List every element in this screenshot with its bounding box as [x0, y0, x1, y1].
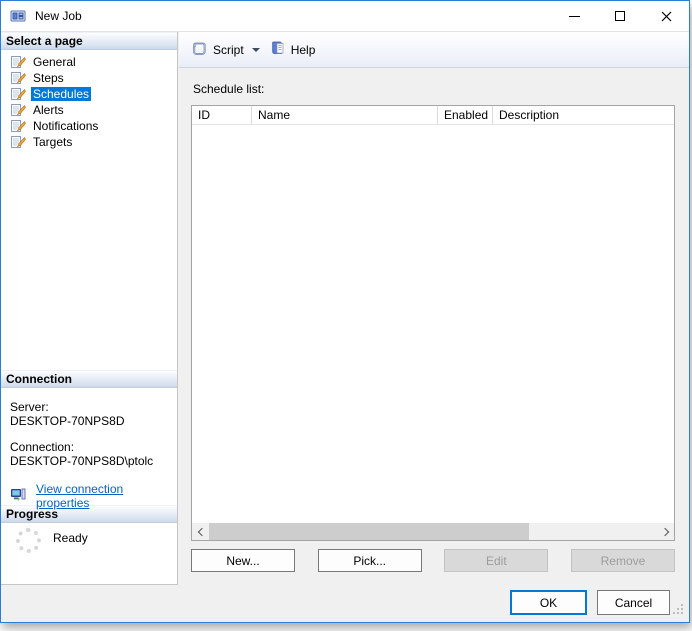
resize-grip-icon[interactable]	[672, 603, 684, 618]
toolbar: Script Help	[179, 32, 689, 68]
page-pencil-icon	[10, 118, 26, 134]
help-button[interactable]: Help	[265, 36, 321, 63]
sidebar-item-label: Notifications	[31, 119, 100, 133]
cancel-button[interactable]: Cancel	[597, 590, 670, 615]
column-header-name[interactable]: Name	[252, 106, 438, 124]
script-button[interactable]: Script	[186, 36, 265, 63]
edit-button: Edit	[444, 549, 548, 572]
page-tree: General Steps Schedules Alerts Notificat…	[1, 50, 177, 370]
sidebar-item-label: Targets	[31, 135, 74, 149]
pick-button[interactable]: Pick...	[318, 549, 422, 572]
page-pencil-icon	[10, 134, 26, 150]
page-pencil-icon	[10, 70, 26, 86]
table-body-empty[interactable]	[192, 125, 674, 523]
chevron-down-icon[interactable]	[252, 48, 260, 52]
main-area: Script Help Schedule list: ID Name E	[179, 32, 689, 585]
horizontal-scrollbar[interactable]	[192, 523, 674, 540]
job-window-icon	[10, 8, 26, 24]
left-panel: Select a page General Steps Schedules Al…	[1, 32, 178, 585]
scrollbar-thumb[interactable]	[209, 523, 529, 540]
schedule-list-table: ID Name Enabled Description	[191, 105, 675, 541]
sidebar-item-notifications[interactable]: Notifications	[1, 118, 177, 134]
connection-value: DESKTOP-70NPS8D\ptolc	[10, 454, 168, 468]
server-label: Server:	[10, 400, 168, 414]
column-header-enabled[interactable]: Enabled	[438, 106, 493, 124]
column-header-id[interactable]: ID	[192, 106, 252, 124]
spinner-ring-icon	[16, 528, 41, 553]
sidebar-item-targets[interactable]: Targets	[1, 134, 177, 150]
help-label: Help	[291, 43, 316, 57]
page-pencil-icon	[10, 102, 26, 118]
computer-network-icon	[10, 487, 27, 506]
sidebar-item-general[interactable]: General	[1, 54, 177, 70]
connection-info: Server: DESKTOP-70NPS8D Connection: DESK…	[1, 388, 177, 505]
sidebar-item-steps[interactable]: Steps	[1, 70, 177, 86]
sidebar-item-alerts[interactable]: Alerts	[1, 102, 177, 118]
server-value: DESKTOP-70NPS8D	[10, 414, 168, 428]
schedule-list-label: Schedule list:	[193, 82, 264, 96]
page-pencil-icon	[10, 86, 26, 102]
script-label: Script	[213, 43, 244, 57]
new-button[interactable]: New...	[191, 549, 295, 572]
connection-header: Connection	[1, 370, 177, 388]
sidebar-item-label: General	[31, 55, 78, 69]
ok-button[interactable]: OK	[510, 590, 587, 615]
minimize-icon[interactable]	[551, 1, 597, 31]
window-controls	[551, 1, 689, 31]
chevron-right-icon[interactable]	[657, 523, 674, 540]
maximize-icon[interactable]	[597, 1, 643, 31]
close-icon[interactable]	[643, 1, 689, 31]
new-job-dialog: New Job Select a page General Steps Sche…	[0, 0, 690, 623]
sidebar-item-label: Alerts	[31, 103, 66, 117]
scroll-parchment-icon	[191, 40, 208, 59]
page-pencil-icon	[10, 54, 26, 70]
schedule-action-buttons: New... Pick... Edit Remove	[191, 549, 675, 572]
progress-status: Ready	[53, 531, 88, 545]
connection-label: Connection:	[10, 440, 168, 454]
book-help-icon	[270, 40, 286, 59]
titlebar[interactable]: New Job	[1, 1, 689, 32]
remove-button: Remove	[571, 549, 675, 572]
sidebar-item-label: Steps	[31, 71, 66, 85]
table-header-row: ID Name Enabled Description	[192, 106, 674, 125]
sidebar-item-schedules[interactable]: Schedules	[1, 86, 177, 102]
chevron-left-icon[interactable]	[192, 523, 209, 540]
window-title: New Job	[35, 9, 82, 23]
select-a-page-header: Select a page	[1, 32, 177, 50]
progress-section: Ready	[1, 523, 177, 585]
column-header-description[interactable]: Description	[493, 106, 674, 124]
sidebar-item-label: Schedules	[31, 87, 91, 101]
